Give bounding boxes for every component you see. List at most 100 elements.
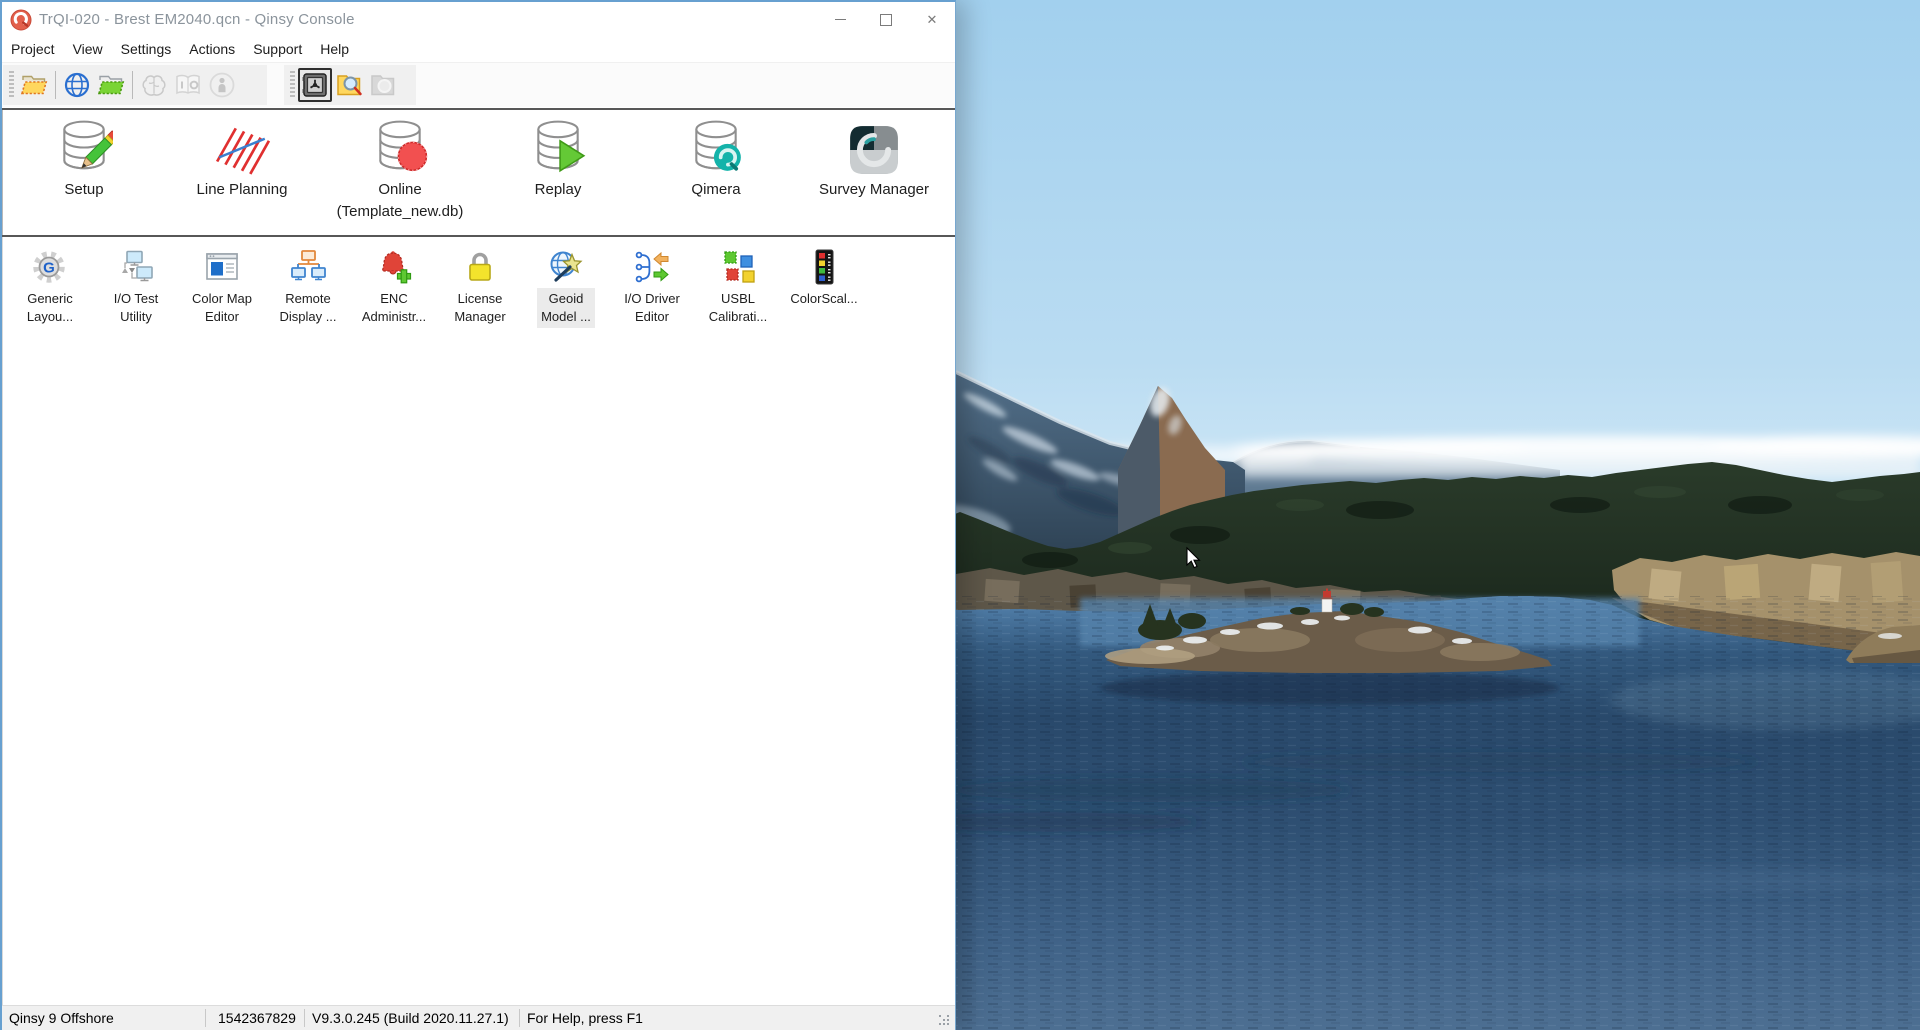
launcher-item-setup[interactable]: Setup	[5, 116, 163, 235]
toolbar-separator	[132, 71, 133, 99]
menu-project[interactable]: Project	[2, 37, 64, 62]
tool-label: ColorScal...	[790, 291, 858, 306]
launcher-label: Replay	[534, 181, 582, 198]
folder-disabled-icon	[371, 75, 395, 96]
knowledge-base-button[interactable]	[137, 68, 171, 102]
about-info-button[interactable]	[205, 68, 239, 102]
title-bar[interactable]: TrQI-020 - Brest EM2040.qcn - Qinsy Cons…	[2, 2, 955, 37]
launcher-item-qimera[interactable]: Qimera	[637, 116, 795, 235]
launcher-label: Line Planning	[196, 181, 288, 198]
launcher-item-replay[interactable]: Replay	[479, 116, 637, 235]
globe-button[interactable]	[60, 68, 94, 102]
close-button[interactable]: ✕	[909, 2, 955, 37]
launcher-label: Qimera	[691, 181, 741, 198]
io-driver-editor-icon	[635, 251, 669, 283]
maximize-icon	[880, 13, 892, 26]
launcher-label: Survey Manager	[818, 181, 930, 198]
close-icon: ✕	[926, 12, 938, 27]
launcher-label: Setup	[64, 181, 104, 198]
maximize-button[interactable]	[863, 2, 909, 37]
menu-help[interactable]: Help	[311, 37, 358, 62]
brain-icon	[142, 75, 166, 96]
colorscale-icon	[815, 249, 834, 285]
toolbar-grip[interactable]	[290, 71, 295, 99]
svg-text:G: G	[43, 260, 55, 277]
launcher-item-survey-manager[interactable]: Survey Manager	[795, 116, 953, 235]
io-manual-button[interactable]	[171, 68, 205, 102]
tool-io-driver-editor[interactable]: I/O Driver Editor	[609, 247, 695, 328]
menu-view[interactable]: View	[64, 37, 112, 62]
toolbar-separator	[55, 71, 56, 99]
toolbar	[2, 63, 955, 107]
tool-label: Calibrati...	[708, 308, 768, 324]
database-safe-button[interactable]	[298, 68, 332, 102]
io-test-utility-icon	[122, 250, 153, 282]
status-bar: Qinsy 9 Offshore 1542367829 V9.3.0.245 (…	[2, 1005, 955, 1030]
menu-actions[interactable]: Actions	[180, 37, 244, 62]
toolbar-group-project	[3, 65, 267, 105]
tool-label: Generic	[27, 291, 73, 306]
tool-colorscale[interactable]: ColorScal...	[781, 247, 867, 310]
recent-database-button[interactable]	[366, 68, 400, 102]
status-help-hint: For Help, press F1	[527, 1010, 643, 1026]
menu-support[interactable]: Support	[244, 37, 311, 62]
tool-label: I/O Driver	[624, 291, 680, 306]
database-online-icon	[379, 120, 428, 172]
qimera-icon	[695, 120, 741, 171]
tool-enc-administrator[interactable]: ENC Administr...	[351, 247, 437, 328]
database-safe-icon	[302, 73, 327, 97]
person-info-icon	[209, 72, 235, 98]
geoid-model-icon	[550, 251, 583, 282]
tool-remote-display[interactable]: Remote Display ...	[265, 247, 351, 328]
folder-search-icon	[337, 75, 362, 96]
tool-generic-layout[interactable]: G Generic Layou...	[7, 247, 93, 328]
launcher-item-online[interactable]: Online (Template_new.db)	[321, 116, 479, 235]
menu-bar: Project View Settings Actions Support He…	[2, 37, 955, 63]
resize-grip[interactable]	[939, 1015, 951, 1027]
qinsy-console-window: TrQI-020 - Brest EM2040.qcn - Qinsy Cons…	[0, 0, 956, 1030]
tool-label: Administr...	[361, 308, 427, 324]
tool-label: Manager	[454, 308, 506, 324]
survey-manager-icon	[850, 126, 898, 174]
tool-color-map-editor[interactable]: Color Map Editor	[179, 247, 265, 328]
browse-database-button[interactable]	[332, 68, 366, 102]
tool-label: Model ...	[541, 308, 591, 324]
remote-display-icon	[291, 250, 326, 281]
open-template-button[interactable]	[94, 68, 128, 102]
database-pencil-icon	[63, 120, 113, 170]
menu-settings[interactable]: Settings	[112, 37, 181, 62]
license-manager-icon	[469, 252, 491, 281]
toolbar-grip[interactable]	[9, 71, 14, 99]
tool-label: Editor	[205, 308, 239, 324]
io-book-icon	[176, 74, 200, 95]
launcher-panel: Setup Line Planning Online (Template_new…	[2, 110, 955, 235]
tool-geoid-model[interactable]: Geoid Model ...	[523, 247, 609, 328]
utilities-panel: G Generic Layou... I/O Test Utility Colo…	[2, 237, 955, 1006]
minimize-button[interactable]	[817, 2, 863, 37]
tool-label: Color Map	[192, 291, 252, 306]
tool-io-test-utility[interactable]: I/O Test Utility	[93, 247, 179, 328]
launcher-sublabel: (Template_new.db)	[336, 202, 464, 220]
open-project-button[interactable]	[17, 68, 51, 102]
tool-label: Utility	[120, 308, 152, 324]
line-planning-icon	[215, 127, 271, 175]
tool-usbl-calibration[interactable]: USBL Calibrati...	[695, 247, 781, 328]
lighthouse	[1321, 588, 1333, 613]
tool-label: Display ...	[279, 308, 337, 324]
tool-label: Editor	[635, 308, 669, 324]
enc-administrator-icon	[381, 251, 412, 284]
generic-layout-icon: G	[33, 251, 65, 283]
tool-label: Geoid	[548, 291, 584, 306]
status-serial: 1542367829	[218, 1010, 296, 1026]
tool-label: I/O Test	[113, 291, 159, 306]
open-template-folder-icon	[97, 75, 125, 95]
color-map-editor-icon	[206, 253, 238, 280]
usbl-calibration-icon	[724, 251, 755, 283]
launcher-item-line-planning[interactable]: Line Planning	[163, 116, 321, 235]
status-product: Qinsy 9 Offshore	[9, 1010, 114, 1026]
tool-label: Remote	[285, 291, 331, 306]
tool-license-manager[interactable]: License Manager	[437, 247, 523, 328]
launcher-label: Online	[378, 181, 422, 198]
tool-label: Layou...	[26, 308, 74, 324]
tool-label: ENC	[380, 291, 408, 306]
